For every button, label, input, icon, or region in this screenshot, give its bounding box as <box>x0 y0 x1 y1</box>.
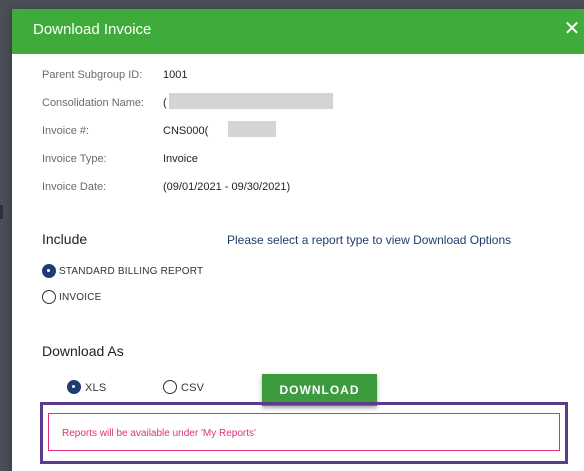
include-hint: Please select a report type to view Down… <box>227 233 512 247</box>
csv-label[interactable]: CSV <box>181 382 204 394</box>
background-edge <box>0 205 3 219</box>
reports-notice: Reports will be available under 'My Repo… <box>48 413 560 451</box>
consolidation-name-label: Consolidation Name: <box>42 97 145 109</box>
dialog-header: Download Invoice ✕ <box>12 9 584 54</box>
dialog-title: Download Invoice <box>33 21 152 38</box>
invoice-type-value: Invoice <box>163 153 198 165</box>
invoice-date-label: Invoice Date: <box>42 181 107 193</box>
close-icon[interactable]: ✕ <box>562 18 582 40</box>
standard-billing-report-label[interactable]: STANDARD BILLING REPORT <box>59 266 203 277</box>
download-invoice-dialog: Download Invoice ✕ Parent Subgroup ID: 1… <box>12 9 584 471</box>
invoice-number-label: Invoice #: <box>42 125 90 137</box>
download-as-heading: Download As <box>42 343 124 359</box>
standard-billing-report-radio[interactable] <box>42 264 56 278</box>
parent-subgroup-label: Parent Subgroup ID: <box>42 69 143 81</box>
invoice-radio[interactable] <box>42 290 56 304</box>
consolidation-name-value: ( <box>163 97 167 109</box>
invoice-date-value: (09/01/2021 - 09/30/2021) <box>163 181 291 193</box>
reports-notice-text: Reports will be available under 'My Repo… <box>62 428 256 439</box>
xls-radio[interactable] <box>67 380 81 394</box>
invoice-number-value: CNS000( <box>163 125 209 137</box>
parent-subgroup-value: 1001 <box>163 69 188 81</box>
invoice-type-label: Invoice Type: <box>42 153 107 165</box>
include-heading: Include <box>42 231 88 247</box>
xls-label[interactable]: XLS <box>85 382 106 394</box>
csv-radio[interactable] <box>163 380 177 394</box>
redacted-block <box>228 121 276 137</box>
redacted-block <box>169 93 333 109</box>
invoice-option-label[interactable]: INVOICE <box>59 292 102 303</box>
